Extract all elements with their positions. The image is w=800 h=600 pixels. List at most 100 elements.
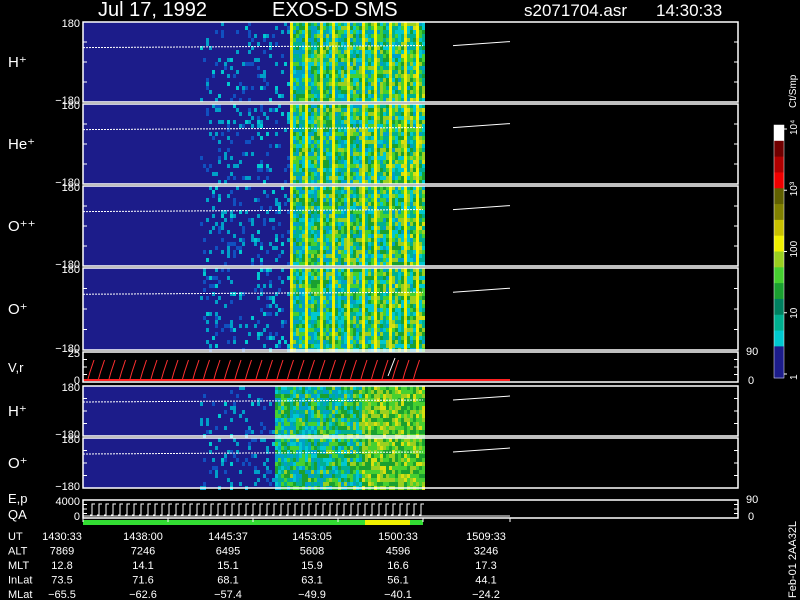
heatmap-cell [209,276,212,280]
heatmap-cell [338,284,341,288]
heatmap-cell [392,324,395,328]
heatmap-cell [419,74,422,78]
heatmap-cell [377,308,380,312]
heatmap-cell [407,78,410,82]
heatmap-cell [296,304,299,308]
heatmap-cell [338,202,341,206]
heatmap-cell [344,418,347,422]
heatmap-cell [374,116,377,120]
heatmap-cell [407,164,410,168]
heatmap-cell [395,94,398,98]
heatmap-cell [389,276,392,280]
heatmap-cell [296,136,299,140]
heatmap-cell [347,250,350,254]
heatmap-cell [308,58,311,62]
heatmap-cell [404,62,407,66]
heatmap-cell [245,418,248,422]
heatmap-cell [338,34,341,38]
heatmap-cell [338,206,341,210]
heatmap-cell [320,172,323,176]
heatmap-cell [299,26,302,30]
heatmap-cell [275,474,278,478]
heatmap-cell [326,414,329,418]
heatmap-cell [392,344,395,348]
heatmap-cell [398,30,401,34]
heatmap-cell [410,418,413,422]
heatmap-cell [293,390,296,394]
heatmap-cell [338,406,341,410]
heatmap-cell [356,246,359,250]
heatmap-cell [377,82,380,86]
heatmap-cell [410,316,413,320]
heatmap-cell [245,324,248,328]
heatmap-cell [377,156,380,160]
heatmap-cell [386,30,389,34]
heatmap-cell [410,168,413,172]
heatmap-cell [353,90,356,94]
heatmap-cell [356,316,359,320]
heatmap-cell [320,144,323,148]
heatmap-cell [380,58,383,62]
heatmap-cell [365,26,368,30]
heatmap-cell [335,116,338,120]
heatmap-cell [395,120,398,124]
heatmap-cell [224,454,227,458]
heatmap-cell [377,238,380,242]
heatmap-cell [317,284,320,288]
heatmap-cell [347,410,350,414]
heatmap-cell [422,222,425,226]
heatmap-cell [350,296,353,300]
heatmap-cell [257,296,260,300]
heatmap-cell [212,284,215,288]
heatmap-cell [416,272,419,276]
heatmap-cell [317,234,320,238]
heatmap-cell [368,222,371,226]
heatmap-cell [404,418,407,422]
heatmap-cell [329,344,332,348]
heatmap-cell [344,394,347,398]
heatmap-cell [389,90,392,94]
heatmap-cell [338,280,341,284]
heatmap-cell [305,344,308,348]
heatmap-cell [359,148,362,152]
heatmap-cell [296,50,299,54]
heatmap-cell [377,426,380,430]
heatmap-cell [311,324,314,328]
heatmap-cell [350,328,353,332]
heatmap-cell [416,296,419,300]
heatmap-cell [332,160,335,164]
heatmap-cell [398,296,401,300]
heatmap-cell [392,46,395,50]
heatmap-cell [338,238,341,242]
heatmap-cell [407,426,410,430]
heatmap-cell [413,168,416,172]
heatmap-cell [308,258,311,262]
heatmap-cell [353,214,356,218]
heatmap-cell [407,86,410,90]
heatmap-cell [341,148,344,152]
heatmap-cell [230,324,233,328]
heatmap-cell [371,324,374,328]
heatmap-cell [296,238,299,242]
heatmap-cell [296,390,299,394]
heatmap-cell [326,336,329,340]
heatmap-cell [290,108,293,112]
heatmap-cell [416,156,419,160]
heatmap-cell [323,108,326,112]
heatmap-cell [338,90,341,94]
heatmap-cell [284,478,287,482]
heatmap-cell [290,190,293,194]
heatmap-cell [377,26,380,30]
heatmap-cell [341,190,344,194]
heatmap-cell [257,336,260,340]
heatmap-cell [422,132,425,136]
heatmap-cell [293,140,296,144]
heatmap-cell [407,144,410,148]
heatmap-cell [308,120,311,124]
heatmap-cell [323,300,326,304]
heatmap-cell [392,108,395,112]
heatmap-cell [338,210,341,214]
heatmap-cell [287,276,290,280]
heatmap-cell [347,66,350,70]
heatmap-cell [395,308,398,312]
